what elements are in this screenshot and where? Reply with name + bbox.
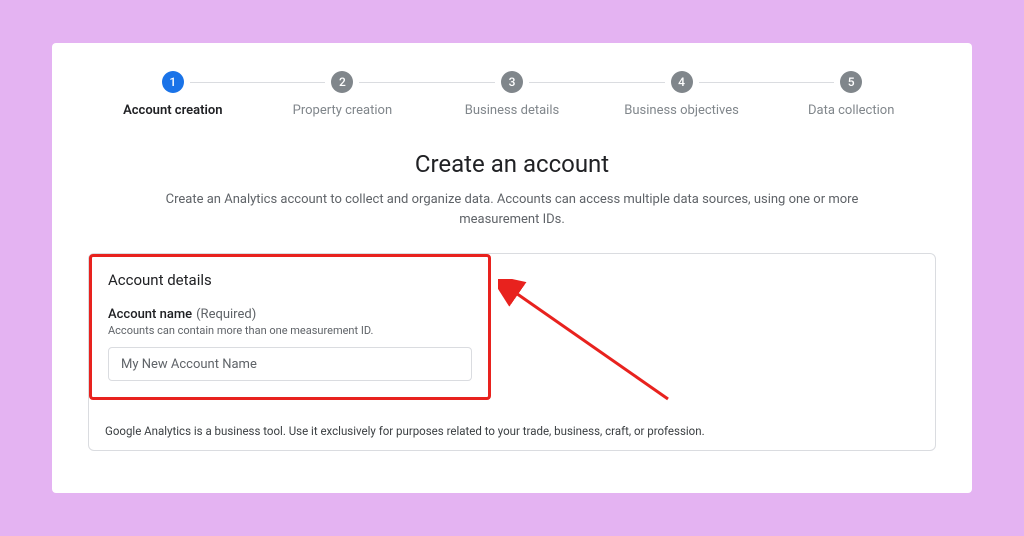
step-label: Business details [465, 103, 559, 118]
step-label: Data collection [808, 103, 894, 118]
disclaimer-text: Google Analytics is a business tool. Use… [89, 412, 935, 450]
step-number-icon: 2 [331, 71, 353, 93]
step-label: Account creation [123, 103, 222, 118]
stepper: 1 Account creation 2 Property creation 3… [88, 71, 936, 118]
step-business-details[interactable]: 3 Business details [427, 71, 597, 118]
step-label: Property creation [293, 103, 393, 118]
page-title: Create an account [88, 150, 936, 178]
step-number-icon: 4 [671, 71, 693, 93]
highlight-annotation-box: Account details Account name (Required) … [89, 254, 491, 400]
account-name-input[interactable] [108, 347, 472, 381]
step-number-icon: 3 [501, 71, 523, 93]
step-account-creation[interactable]: 1 Account creation [88, 71, 258, 118]
step-number-icon: 1 [162, 71, 184, 93]
field-label: Account name [108, 307, 192, 322]
page-subtitle: Create an Analytics account to collect a… [152, 190, 872, 229]
step-business-objectives[interactable]: 4 Business objectives [597, 71, 767, 118]
field-helper-text: Accounts can contain more than one measu… [108, 324, 472, 337]
step-property-creation[interactable]: 2 Property creation [258, 71, 428, 118]
account-details-card: Account details Account name (Required) … [88, 253, 936, 451]
section-title: Account details [108, 271, 472, 289]
account-details-wrapper: Account details Account name (Required) … [88, 253, 936, 451]
step-data-collection[interactable]: 5 Data collection [766, 71, 936, 118]
account-name-field-group: Account name (Required) Accounts can con… [108, 303, 472, 381]
heading-block: Create an account Create an Analytics ac… [88, 150, 936, 229]
step-number-icon: 5 [840, 71, 862, 93]
step-label: Business objectives [624, 103, 739, 118]
setup-page: 1 Account creation 2 Property creation 3… [52, 43, 972, 493]
field-required: (Required) [196, 307, 256, 322]
